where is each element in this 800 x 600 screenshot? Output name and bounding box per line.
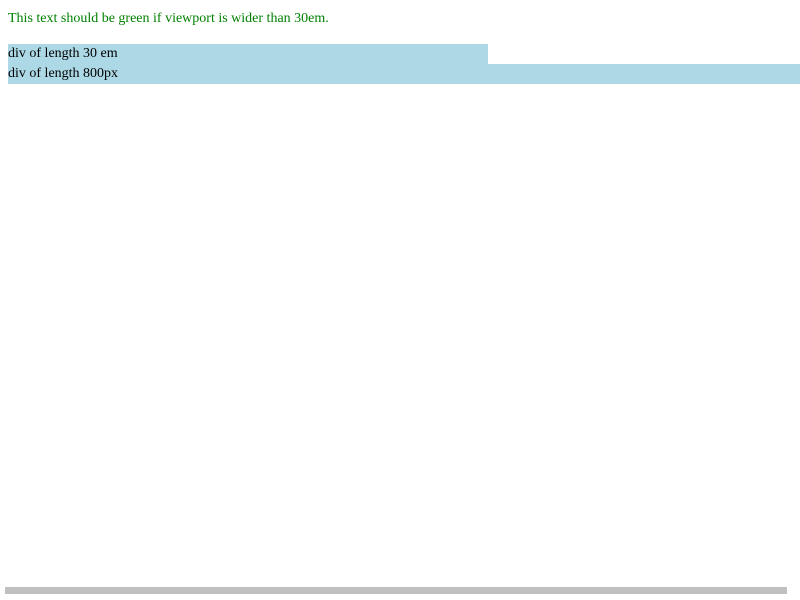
div-30em: div of length 30 em [8,44,488,64]
div-800px: div of length 800px [8,64,800,84]
horizontal-scrollbar[interactable] [5,587,787,594]
media-query-test-text: This text should be green if viewport is… [8,11,329,26]
